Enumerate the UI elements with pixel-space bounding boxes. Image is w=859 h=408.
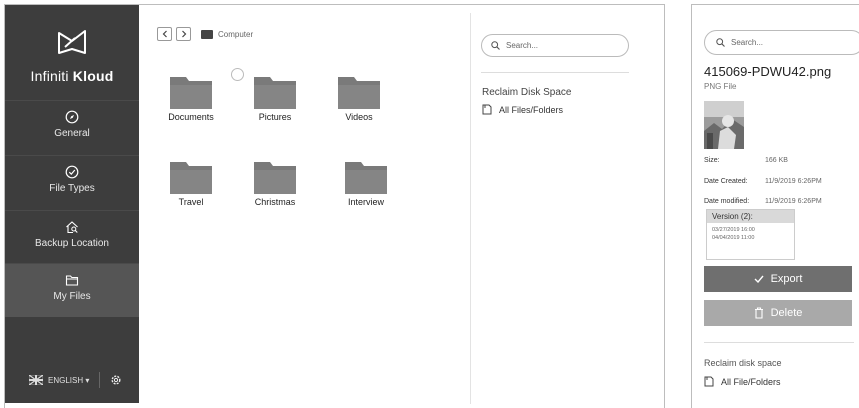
version-item[interactable]: 04/04/2019 11:00 <box>707 234 794 242</box>
all-files-label: All File/Folders <box>721 376 781 387</box>
folder-videos[interactable]: Videos <box>324 75 394 122</box>
search-placeholder: Search... <box>506 41 539 50</box>
sidebar: Infiniti Kloud General File Types Backup… <box>5 5 139 403</box>
brand-name: Infiniti Kloud <box>5 68 139 84</box>
all-file-folders-link[interactable]: All File/Folders <box>704 376 781 387</box>
folder-label: Travel <box>178 197 204 207</box>
uk-flag-icon <box>29 375 43 385</box>
reclaim-disk-space-heading: Reclaim disk space <box>704 358 782 368</box>
folder-icon <box>65 275 79 286</box>
folder-icon <box>254 162 296 194</box>
date-created-label: Date Created: <box>704 178 748 185</box>
language-selector[interactable]: ENGLISH ▾ <box>48 376 89 385</box>
check-icon <box>754 275 764 283</box>
folder-icon <box>338 77 380 109</box>
folder-christmas[interactable]: Christmas <box>240 160 310 207</box>
date-created-row: Date Created: 11/9/2019 6:26PM <box>704 178 822 185</box>
sidebar-item-label: File Types <box>49 183 95 194</box>
date-modified-label: Date modified: <box>704 198 750 205</box>
folder-label: Pictures <box>258 112 292 122</box>
detail-search-input[interactable]: Search... <box>704 30 859 55</box>
folder-icon <box>170 162 212 194</box>
version-list: Version (2): 03/27/2019 16:00 04/04/2019… <box>706 209 795 260</box>
search-input[interactable]: Search... <box>481 34 629 57</box>
gear-icon[interactable] <box>110 374 122 386</box>
sidebar-item-backup-location[interactable]: Backup Location <box>5 210 139 264</box>
size-label: Size: <box>704 157 720 164</box>
chevron-left-icon <box>162 30 167 38</box>
folder-travel[interactable]: Travel <box>156 160 226 207</box>
sidebar-item-general[interactable]: General <box>5 100 139 154</box>
folder-interview[interactable]: Interview <box>331 160 401 207</box>
image-thumbnail <box>704 101 744 149</box>
folder-icon <box>201 29 213 39</box>
sidebar-item-my-files[interactable]: My Files <box>5 263 139 317</box>
date-modified-row: Date modified: 11/9/2019 6:26PM <box>704 198 822 205</box>
reclaim-disk-space-heading: Reclaim Disk Space <box>482 87 572 98</box>
version-item[interactable]: 03/27/2019 16:00 <box>707 223 794 234</box>
export-label: Export <box>770 273 803 285</box>
folder-pictures[interactable]: Pictures <box>240 75 310 122</box>
home-search-icon <box>66 221 78 234</box>
chevron-right-icon <box>181 30 186 38</box>
date-modified-value: 11/9/2019 6:26PM <box>765 198 822 205</box>
breadcrumb-location[interactable]: Computer <box>218 30 253 39</box>
all-files-label: All Files/Folders <box>499 104 564 115</box>
folder-documents[interactable]: Documents <box>156 75 226 122</box>
logo-icon <box>58 30 86 54</box>
file-type: PNG File <box>704 82 737 91</box>
date-created-value: 11/9/2019 6:26PM <box>765 178 822 185</box>
folder-label: Interview <box>347 197 384 207</box>
panel-divider <box>470 13 471 404</box>
size-value: 166 KB <box>765 157 788 164</box>
search-placeholder: Search... <box>731 38 764 47</box>
delete-label: Delete <box>770 307 803 319</box>
divider <box>704 342 854 343</box>
trash-icon <box>754 307 763 319</box>
folder-icon <box>254 77 296 109</box>
check-circle-icon <box>65 165 79 179</box>
breadcrumb: Computer <box>157 27 253 41</box>
search-icon <box>716 38 725 47</box>
compass-icon <box>65 110 79 124</box>
search-icon <box>491 41 500 50</box>
version-title: Version (2): <box>707 210 794 223</box>
folder-label: Documents <box>168 112 214 122</box>
all-files-folders-link[interactable]: All Files/Folders <box>482 104 563 115</box>
back-button[interactable] <box>157 27 172 41</box>
sidebar-item-label: General <box>54 128 90 139</box>
folder-label: Christmas <box>254 197 296 207</box>
divider <box>481 72 629 73</box>
size-row: Size: 166 KB <box>704 157 788 164</box>
sidebar-item-label: Backup Location <box>35 238 109 249</box>
file-icon <box>704 376 714 387</box>
file-icon <box>482 104 492 115</box>
language-divider <box>99 372 101 388</box>
sidebar-item-file-types[interactable]: File Types <box>5 155 139 209</box>
sidebar-item-label: My Files <box>53 291 91 302</box>
language-bar: ENGLISH ▾ <box>29 372 122 388</box>
brand-bold: Kloud <box>72 68 114 84</box>
folder-icon <box>170 77 212 109</box>
file-name: 415069-PDWU42.png <box>704 64 832 79</box>
export-button[interactable]: Export <box>704 266 852 292</box>
folder-icon <box>345 162 387 194</box>
folder-label: Videos <box>345 112 373 122</box>
forward-button[interactable] <box>176 27 191 41</box>
brand-regular: Infiniti <box>30 68 73 84</box>
delete-button[interactable]: Delete <box>704 300 852 326</box>
